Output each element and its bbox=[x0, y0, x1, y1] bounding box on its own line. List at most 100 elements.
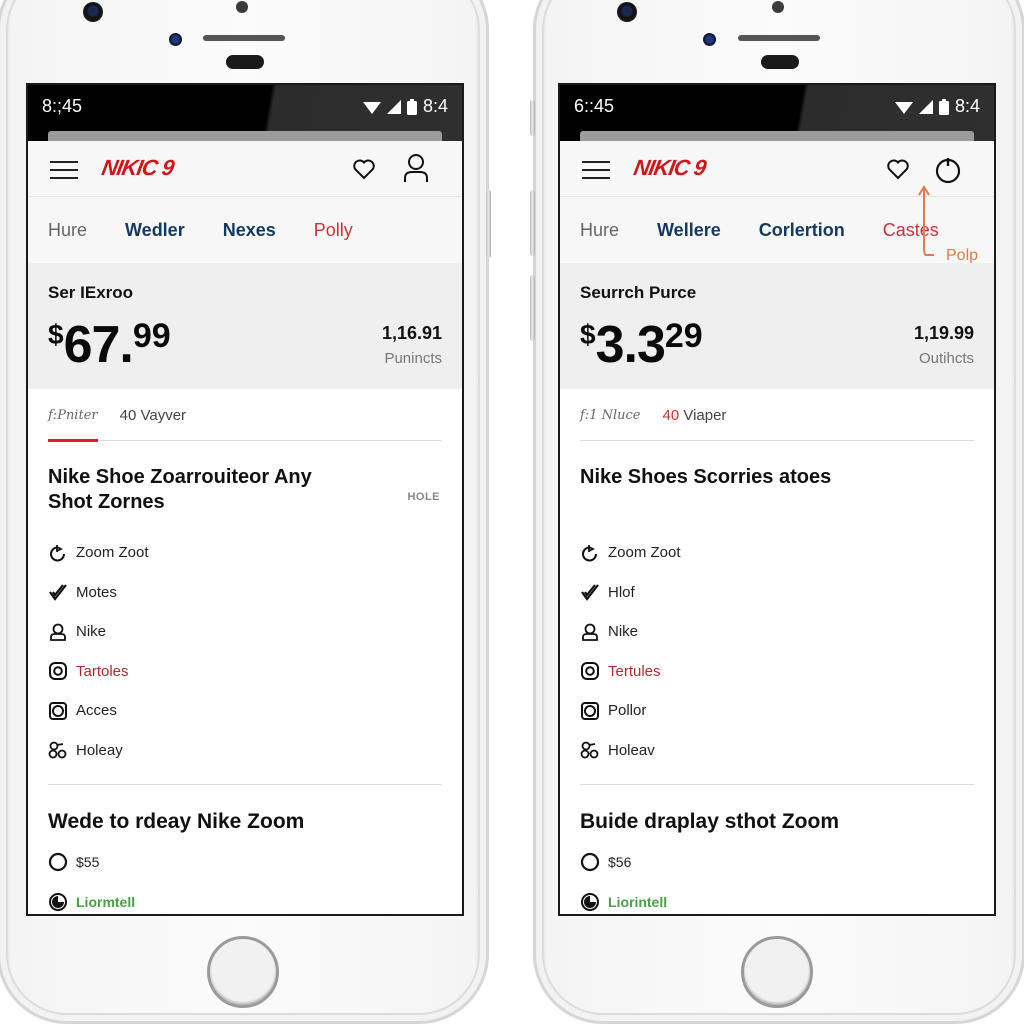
status-clock: 8:4 bbox=[422, 96, 448, 116]
price-panel: Ser IExroo $67.99 1,16.91 Punincts bbox=[28, 263, 462, 389]
status-bar: 8:;45 8:4 bbox=[28, 85, 462, 141]
brand-logo[interactable]: NIKIC 9 bbox=[100, 155, 176, 181]
status-time: 8:;45 bbox=[42, 96, 83, 116]
list-item[interactable]: Nike bbox=[48, 612, 442, 652]
list-item[interactable]: $55 bbox=[48, 842, 442, 882]
price-panel: Seurrch Purce $3.329 1,19.99 Outihcts bbox=[560, 263, 994, 389]
brand-logo[interactable]: NIKIC 9 bbox=[632, 155, 708, 181]
secondary-section: Buide draplay sthot Zoom $56 Liorintell bbox=[560, 809, 994, 914]
tab-1[interactable]: Hure bbox=[580, 220, 619, 241]
tab-3[interactable]: Corlertion bbox=[759, 220, 845, 241]
list-item[interactable]: Hlof bbox=[580, 573, 974, 613]
screen-left: 8:;45 8:4 NIKIC 9 Hure Wedler Nexes Poll… bbox=[26, 83, 464, 916]
mute-switch bbox=[530, 100, 535, 136]
list-item[interactable]: Liormtell bbox=[48, 882, 442, 914]
subtab-count[interactable]: 40 Viaper bbox=[662, 407, 726, 424]
knot-icon bbox=[580, 740, 600, 760]
earpiece-speaker bbox=[203, 35, 285, 41]
list-item[interactable]: Holeay bbox=[48, 731, 442, 771]
target-icon bbox=[580, 661, 600, 681]
battery-icon bbox=[406, 98, 417, 115]
front-camera bbox=[169, 33, 182, 46]
status-time: 6::45 bbox=[574, 96, 615, 116]
power-button bbox=[486, 190, 491, 258]
list-item[interactable]: Zoom Zoot bbox=[580, 533, 974, 573]
tab-2[interactable]: Wedler bbox=[125, 220, 185, 241]
section-tag: HOLE bbox=[407, 491, 440, 503]
sensor-pill bbox=[761, 55, 799, 69]
tab-4[interactable]: Polly bbox=[314, 220, 353, 241]
list-item[interactable]: Holeav bbox=[580, 731, 974, 771]
user-icon[interactable] bbox=[402, 153, 430, 183]
category-tabs: Hure Wedler Nexes Polly bbox=[28, 197, 462, 263]
timer-icon bbox=[48, 892, 68, 912]
refresh-icon bbox=[48, 543, 68, 563]
list-item[interactable]: Zoom Zoot bbox=[48, 533, 442, 573]
front-camera bbox=[703, 33, 716, 46]
square-ring-icon bbox=[48, 701, 68, 721]
list-item[interactable]: Tartoles bbox=[48, 652, 442, 692]
status-bar: 6::45 8:4 bbox=[560, 85, 994, 141]
price-value: $3.329 bbox=[580, 316, 703, 374]
list-item[interactable]: $56 bbox=[580, 842, 974, 882]
notification-strip bbox=[580, 131, 974, 141]
earpiece-speaker bbox=[738, 35, 820, 41]
tab-3[interactable]: Nexes bbox=[223, 220, 276, 241]
list-item[interactable]: Motes bbox=[48, 573, 442, 613]
hamburger-menu-icon[interactable] bbox=[50, 161, 78, 179]
proximity-sensor bbox=[236, 1, 248, 13]
price-stat: 1,16.91 Punincts bbox=[381, 323, 442, 367]
circle-icon bbox=[580, 852, 600, 872]
home-button[interactable] bbox=[741, 936, 813, 1008]
heart-icon[interactable] bbox=[886, 157, 910, 181]
list-item[interactable]: Tertules bbox=[580, 652, 974, 692]
rear-camera bbox=[617, 2, 637, 22]
section-title-2: Wede to rdeay Nike Zoom bbox=[48, 810, 305, 833]
signal-icon bbox=[386, 99, 401, 114]
power-icon[interactable] bbox=[934, 155, 962, 185]
wifi-icon bbox=[362, 101, 381, 114]
heart-icon[interactable] bbox=[352, 157, 376, 181]
screen-right: 6::45 8:4 NIKIC 9 Hure Wellere Corlertio… bbox=[558, 83, 996, 916]
rear-camera bbox=[83, 2, 103, 22]
feature-list: Zoom Zoot Hlof Nike Tertules Pollor Hole… bbox=[580, 533, 974, 770]
timer-icon bbox=[580, 892, 600, 912]
category-tabs: Hure Wellere Corlertion Castes Polp bbox=[560, 185, 994, 264]
feature-list: Zoom Zoot Motes Nike Tartoles Acces Hole… bbox=[48, 533, 442, 770]
subtab-filter[interactable]: f:1 Nluce bbox=[580, 408, 640, 423]
tab-1[interactable]: Hure bbox=[48, 220, 87, 241]
subtab-count[interactable]: 40 Vayver bbox=[120, 407, 186, 424]
check-icon bbox=[48, 582, 68, 602]
notification-strip bbox=[48, 131, 442, 141]
check-icon bbox=[580, 582, 600, 602]
price-stat: 1,19.99 Outihcts bbox=[913, 323, 974, 367]
list-item[interactable]: Pollor bbox=[580, 691, 974, 731]
secondary-section: Wede to rdeay Nike Zoom $55 Liormtell bbox=[28, 809, 462, 914]
volume-up-button bbox=[530, 190, 535, 256]
price-value: $67.99 bbox=[48, 316, 171, 374]
status-clock: 8:4 bbox=[954, 96, 980, 116]
list-item[interactable]: Liorintell bbox=[580, 882, 974, 914]
section-title: Nike Shoes Scorries atoes bbox=[580, 466, 832, 488]
tab-2[interactable]: Wellere bbox=[657, 220, 721, 241]
hamburger-menu-icon[interactable] bbox=[582, 161, 610, 179]
section-title: Nike Shoe Zoarrouiteor Any Shot Zornes bbox=[48, 466, 312, 513]
active-tab-indicator bbox=[48, 439, 98, 442]
sensor-pill bbox=[226, 55, 264, 69]
subtab-filter[interactable]: f:Pniter bbox=[48, 408, 98, 423]
refresh-icon bbox=[580, 543, 600, 563]
sub-tabs: f:1 Nluce 40 Viaper bbox=[560, 389, 994, 441]
price-label: Seurrch Purce bbox=[580, 283, 697, 302]
sub-tabs: f:Pniter 40 Vayver bbox=[28, 389, 462, 442]
proximity-sensor bbox=[772, 1, 784, 13]
battery-icon bbox=[938, 98, 949, 115]
square-ring-icon bbox=[580, 701, 600, 721]
list-item[interactable]: Acces bbox=[48, 691, 442, 731]
app-header: NIKIC 9 bbox=[28, 141, 462, 197]
product-section: Nike Shoe Zoarrouiteor Any Shot Zornes H… bbox=[28, 465, 462, 770]
list-item[interactable]: Nike bbox=[580, 612, 974, 652]
wifi-icon bbox=[894, 101, 913, 114]
signal-icon bbox=[918, 99, 933, 114]
section-title-2: Buide draplay sthot Zoom bbox=[580, 810, 840, 833]
home-button[interactable] bbox=[207, 936, 279, 1008]
